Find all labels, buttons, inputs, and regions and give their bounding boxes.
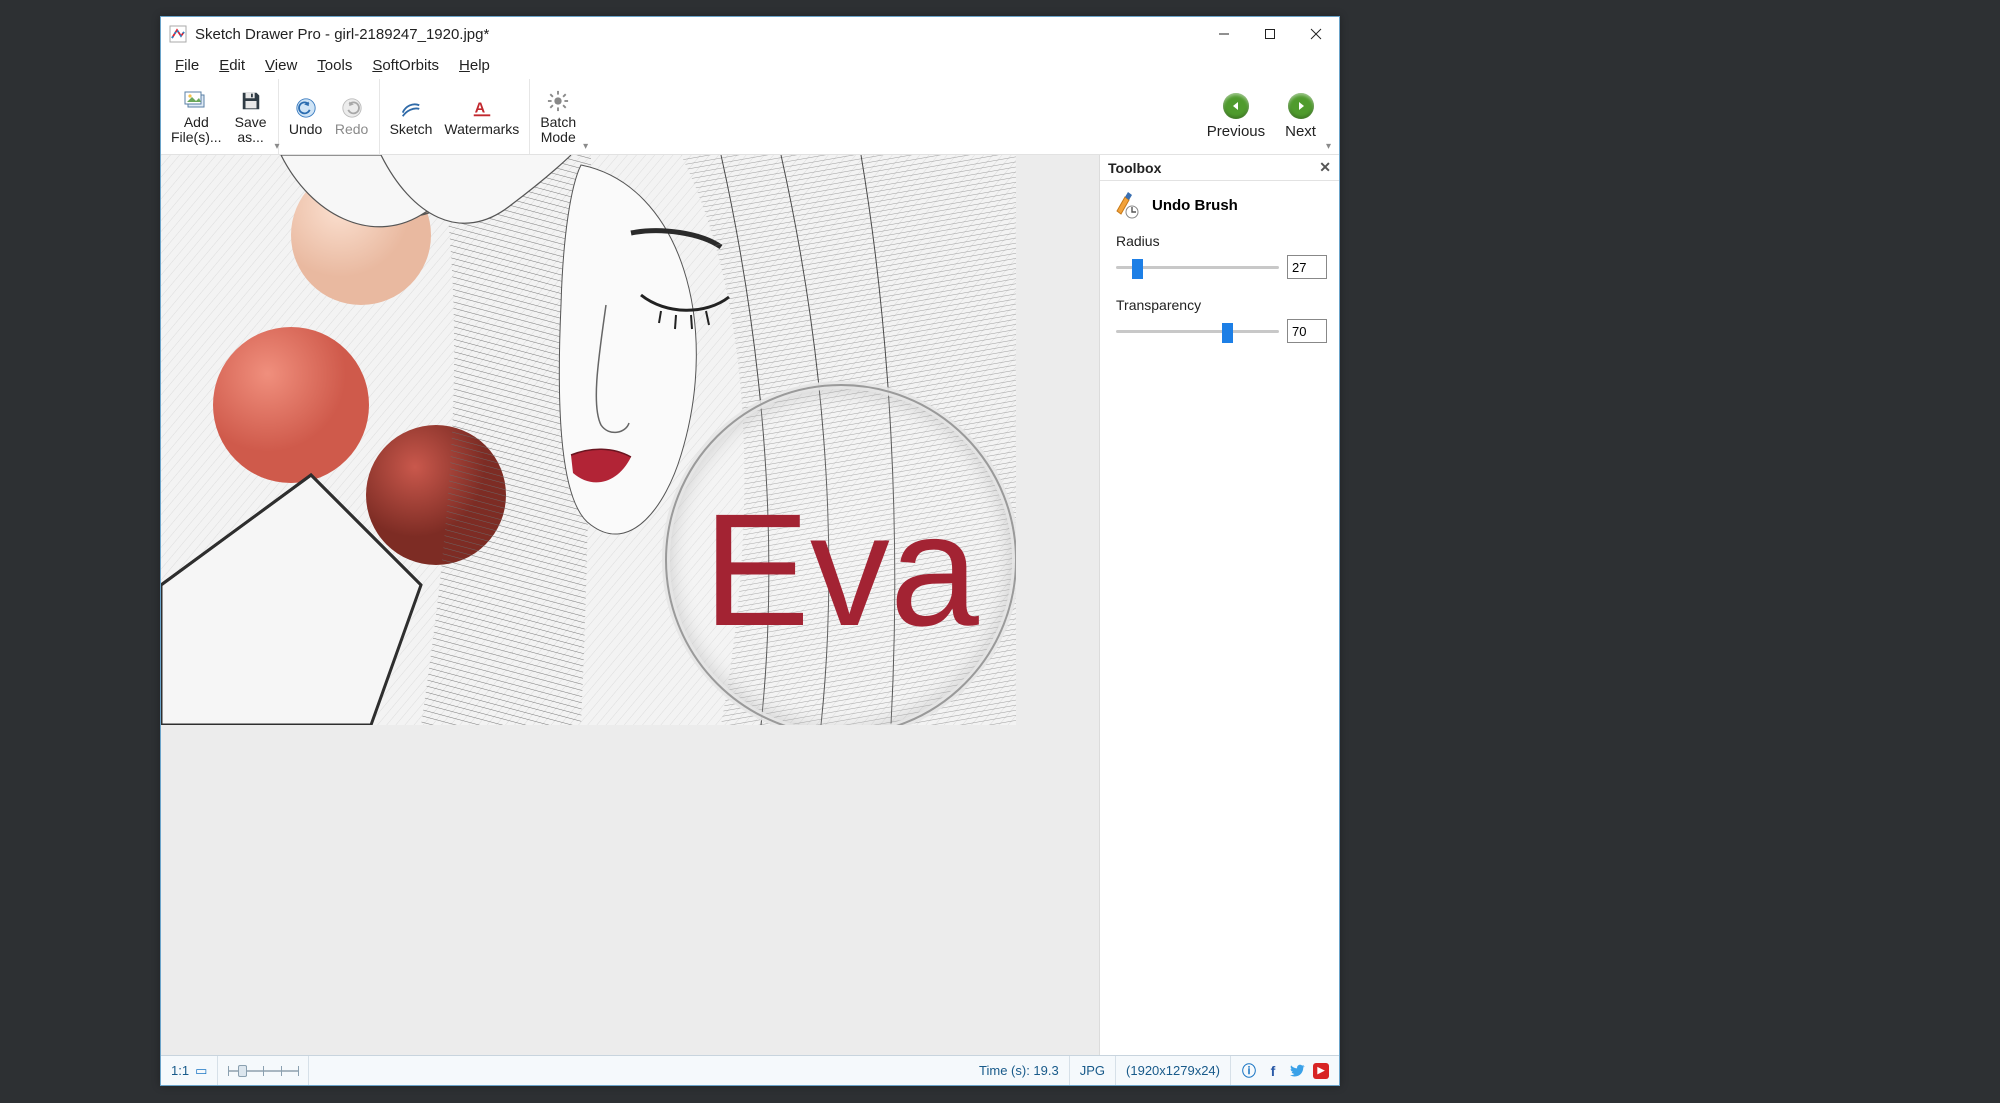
canvas[interactable]: Eva	[161, 155, 1016, 725]
close-button[interactable]	[1293, 17, 1339, 51]
toolbox-panel: Toolbox ✕ Undo Brush R	[1099, 155, 1339, 1055]
photos-icon	[184, 89, 208, 113]
toolbox-tool-row: Undo Brush	[1112, 191, 1327, 219]
watermarks-button[interactable]: A Watermarks	[438, 79, 525, 154]
menu-edit[interactable]: Edit	[209, 55, 255, 76]
sketch-icon	[399, 96, 423, 120]
zoom-slider[interactable]	[228, 1062, 298, 1080]
batch-mode-button[interactable]: Batch Mode	[534, 79, 582, 154]
undo-icon	[294, 96, 318, 120]
toolbox-title: Toolbox	[1108, 160, 1161, 176]
maximize-button[interactable]	[1247, 17, 1293, 51]
status-bar: 1:1 ▭ Time (s): 19.3 JPG (1920x1279x24) …	[161, 1055, 1339, 1085]
previous-button[interactable]: Previous	[1197, 79, 1275, 154]
param-transparency-label: Transparency	[1112, 297, 1327, 313]
status-format: JPG	[1070, 1056, 1116, 1085]
radius-input[interactable]	[1287, 255, 1327, 279]
watermarks-icon: A	[470, 96, 494, 120]
status-time: Time (s): 19.3	[969, 1056, 1070, 1085]
twitter-icon[interactable]	[1289, 1063, 1305, 1079]
sketch-button[interactable]: Sketch	[384, 79, 439, 154]
main-area: Eva Toolbox ✕	[161, 155, 1339, 1055]
fit-icon: ▭	[195, 1063, 207, 1079]
app-icon	[169, 25, 187, 43]
redo-icon	[340, 96, 364, 120]
menu-help[interactable]: Help	[449, 55, 500, 76]
param-radius-label: Radius	[1112, 233, 1327, 249]
watermark-text: Eva	[703, 480, 979, 659]
toolbox-tool-name: Undo Brush	[1152, 197, 1238, 214]
minimize-button[interactable]	[1201, 17, 1247, 51]
next-icon	[1288, 93, 1314, 119]
info-icon[interactable]: ⓘ	[1241, 1063, 1257, 1079]
zoom-slider-cell	[218, 1056, 309, 1085]
save-as-button[interactable]: Save as...	[228, 79, 274, 154]
title-bar: Sketch Drawer Pro - girl-2189247_1920.jp…	[161, 17, 1339, 51]
menu-view[interactable]: View	[255, 55, 307, 76]
redo-button[interactable]: Redo	[329, 79, 375, 154]
gear-icon	[546, 89, 570, 113]
facebook-icon[interactable]: f	[1265, 1063, 1281, 1079]
undo-brush-icon	[1112, 191, 1140, 219]
canvas-padding	[161, 725, 1099, 1055]
app-window: Sketch Drawer Pro - girl-2189247_1920.jp…	[160, 16, 1340, 1086]
toolbar: Add File(s)... Save as... ▾ Undo	[161, 79, 1339, 155]
zoom-ratio-button[interactable]: 1:1 ▭	[161, 1056, 218, 1085]
window-title: Sketch Drawer Pro - girl-2189247_1920.jp…	[195, 26, 489, 43]
sketch-preview: Eva	[161, 155, 1016, 725]
add-files-button[interactable]: Add File(s)...	[165, 79, 228, 154]
radius-slider[interactable]	[1116, 257, 1279, 277]
undo-button[interactable]: Undo	[283, 79, 329, 154]
previous-icon	[1223, 93, 1249, 119]
youtube-icon[interactable]: ▶	[1313, 1063, 1329, 1079]
svg-text:A: A	[475, 101, 486, 117]
transparency-slider[interactable]	[1116, 321, 1279, 341]
param-transparency: Transparency	[1112, 297, 1327, 343]
param-radius: Radius	[1112, 233, 1327, 279]
menu-softorbits[interactable]: SoftOrbits	[362, 55, 449, 76]
menu-tools[interactable]: Tools	[307, 55, 362, 76]
toolbox-header: Toolbox ✕	[1100, 155, 1339, 181]
menu-bar: File Edit View Tools SoftOrbits Help	[161, 51, 1339, 79]
floppy-icon	[239, 89, 263, 113]
toolbox-close-button[interactable]: ✕	[1319, 159, 1331, 176]
transparency-input[interactable]	[1287, 319, 1327, 343]
status-dimensions: (1920x1279x24)	[1116, 1056, 1231, 1085]
next-button[interactable]: Next	[1275, 79, 1326, 154]
menu-file[interactable]: File	[165, 55, 209, 76]
